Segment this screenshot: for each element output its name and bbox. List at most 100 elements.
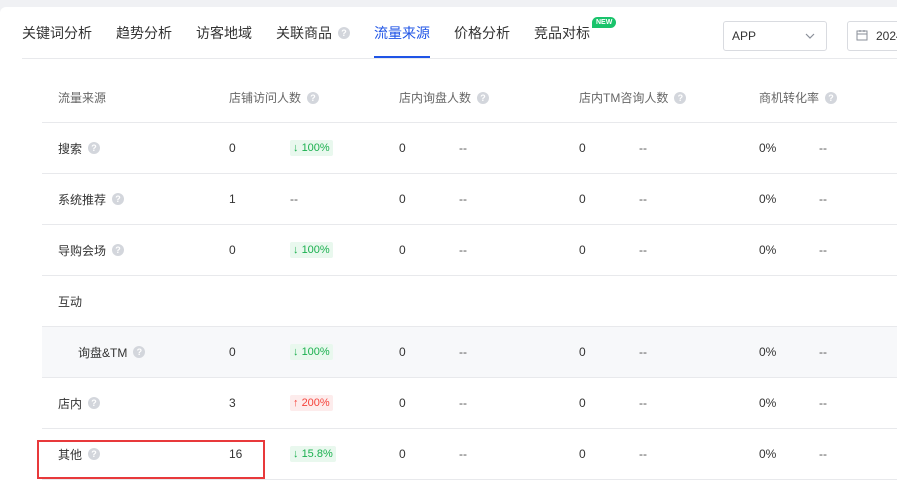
- col-header-source: 流量来源: [58, 91, 107, 105]
- conversion-value: 0%: [759, 345, 777, 359]
- tm-consults-value: 0: [579, 141, 586, 155]
- visitors-trend: ↑ 200%: [290, 378, 333, 428]
- inquiries-trend: --: [459, 141, 467, 155]
- table-row: 询盘&TM? 0 ↓ 100% 0 -- 0 -- 0% --: [42, 327, 897, 378]
- tm-consults-value: 0: [579, 447, 586, 461]
- help-icon[interactable]: ?: [307, 91, 320, 104]
- tab-3[interactable]: 关联商品?: [276, 7, 350, 58]
- help-icon[interactable]: ?: [112, 244, 125, 256]
- highlight-box: [37, 440, 265, 479]
- tm-consults-trend: --: [639, 192, 647, 206]
- tm-consults-trend: --: [639, 447, 647, 461]
- inquiries-trend: --: [459, 192, 467, 206]
- tab-2[interactable]: 访客地域: [196, 7, 252, 58]
- traffic-source-table: 流量来源 店铺访问人数? 店内询盘人数? 店内TM咨询人数? 商机转化率? 搜索…: [42, 73, 897, 480]
- conversion-value: 0%: [759, 447, 777, 461]
- table-row: 店内? 3 ↑ 200% 0 -- 0 -- 0% --: [42, 378, 897, 429]
- inquiries-trend: --: [459, 396, 467, 410]
- col-header-visitors: 店铺访问人数?: [229, 73, 320, 122]
- table-row: 导购会场? 0 ↓ 100% 0 -- 0 -- 0% --: [42, 225, 897, 276]
- tm-consults-trend: --: [639, 345, 647, 359]
- table-row: 互动: [42, 276, 897, 327]
- help-icon[interactable]: ?: [825, 91, 838, 104]
- source-name: 互动: [58, 294, 83, 309]
- tab-label: 关键词分析: [22, 24, 92, 41]
- tm-consults-trend: --: [639, 141, 647, 155]
- tab-label: 价格分析: [454, 24, 510, 41]
- arrow-up-icon: ↑: [293, 397, 302, 409]
- tab-label: 竞品对标: [534, 24, 590, 41]
- help-icon[interactable]: ?: [674, 91, 687, 104]
- tm-consults-value: 0: [579, 243, 586, 257]
- source-name: 询盘&TM?: [78, 327, 146, 377]
- tab-label: 流量来源: [374, 24, 430, 41]
- inquiries-value: 0: [399, 396, 406, 410]
- help-icon[interactable]: ?: [112, 193, 125, 205]
- inquiries-value: 0: [399, 243, 406, 257]
- arrow-down-icon: ↓: [293, 142, 302, 154]
- visitors-value: 0: [229, 243, 236, 257]
- arrow-down-icon: ↓: [293, 346, 302, 358]
- tm-consults-value: 0: [579, 396, 586, 410]
- conversion-value: 0%: [759, 243, 777, 257]
- inquiries-trend: --: [459, 345, 467, 359]
- tab-label: 关联商品: [276, 24, 332, 41]
- inquiries-trend: --: [459, 243, 467, 257]
- tab-1[interactable]: 趋势分析: [116, 7, 172, 58]
- table-header: 流量来源 店铺访问人数? 店内询盘人数? 店内TM咨询人数? 商机转化率?: [42, 73, 897, 123]
- tm-consults-value: 0: [579, 345, 586, 359]
- visitors-value: 3: [229, 396, 236, 410]
- tab-label: 访客地域: [196, 24, 252, 41]
- visitors-value: 0: [229, 345, 236, 359]
- tab-6[interactable]: 竞品对标 NEW: [534, 7, 617, 58]
- tab-0[interactable]: 关键词分析: [22, 7, 92, 58]
- conversion-trend: --: [819, 192, 827, 206]
- visitors-value: 0: [229, 141, 236, 155]
- tab-4[interactable]: 流量来源: [374, 7, 430, 58]
- arrow-down-icon: ↓: [293, 244, 302, 256]
- col-header-conversion: 商机转化率?: [759, 73, 838, 122]
- conversion-value: 0%: [759, 396, 777, 410]
- tm-consults-trend: --: [639, 243, 647, 257]
- conversion-trend: --: [819, 447, 827, 461]
- help-icon[interactable]: ?: [88, 397, 101, 409]
- visitors-trend: ↓ 100%: [290, 327, 333, 377]
- inquiries-trend: --: [459, 447, 467, 461]
- help-icon[interactable]: ?: [88, 142, 101, 154]
- tab-label: 趋势分析: [116, 24, 172, 41]
- visitors-trend: --: [290, 192, 298, 206]
- conversion-trend: --: [819, 243, 827, 257]
- table-row: 搜索? 0 ↓ 100% 0 -- 0 -- 0% --: [42, 123, 897, 174]
- conversion-trend: --: [819, 141, 827, 155]
- inquiries-value: 0: [399, 192, 406, 206]
- source-name: 导购会场?: [58, 225, 125, 275]
- inquiries-value: 0: [399, 141, 406, 155]
- col-header-inquiries: 店内询盘人数?: [399, 73, 490, 122]
- visitors-trend: ↓ 15.8%: [290, 429, 336, 479]
- arrow-down-icon: ↓: [293, 448, 302, 460]
- inquiries-value: 0: [399, 345, 406, 359]
- conversion-trend: --: [819, 396, 827, 410]
- visitors-trend: ↓ 100%: [290, 225, 333, 275]
- tab-5[interactable]: 价格分析: [454, 7, 510, 58]
- help-icon[interactable]: ?: [338, 26, 350, 39]
- conversion-trend: --: [819, 345, 827, 359]
- help-icon[interactable]: ?: [477, 91, 490, 104]
- tm-consults-trend: --: [639, 396, 647, 410]
- calendar-icon: [856, 29, 868, 44]
- help-icon[interactable]: ?: [133, 346, 146, 358]
- date-picker-value: 2024: [876, 29, 897, 43]
- tab-divider: [22, 58, 897, 59]
- date-picker[interactable]: 2024: [847, 21, 897, 51]
- table-row: 系统推荐? 1 -- 0 -- 0 -- 0% --: [42, 174, 897, 225]
- platform-select-value: APP: [732, 29, 757, 43]
- platform-select[interactable]: APP: [723, 21, 827, 51]
- chevron-down-icon: [804, 30, 816, 45]
- tm-consults-value: 0: [579, 192, 586, 206]
- source-name: 搜索?: [58, 123, 101, 173]
- source-name: 店内?: [58, 378, 101, 428]
- new-badge: NEW: [592, 17, 617, 28]
- source-name: 系统推荐?: [58, 174, 125, 224]
- visitors-trend: ↓ 100%: [290, 123, 333, 173]
- conversion-value: 0%: [759, 192, 777, 206]
